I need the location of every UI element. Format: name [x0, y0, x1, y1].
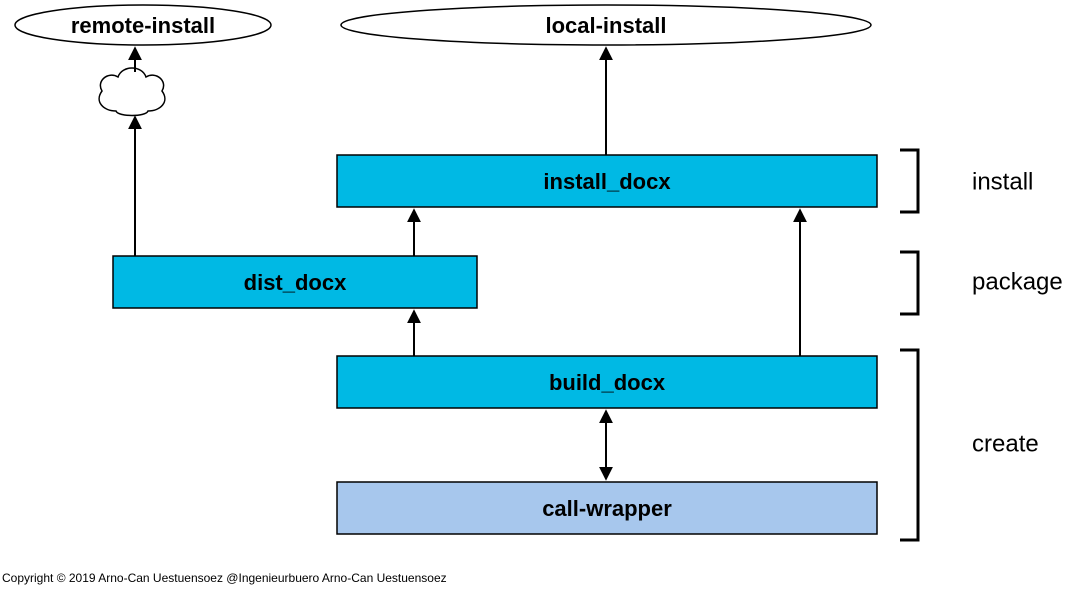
label-remote-install: remote-install [71, 13, 215, 38]
label-dist-docx: dist_docx [244, 270, 347, 295]
node-dist-docx: dist_docx [113, 256, 477, 308]
stage-label-install: install [972, 168, 1033, 195]
node-remote-install: remote-install [15, 5, 271, 45]
label-build-docx: build_docx [549, 370, 666, 395]
node-local-install: local-install [341, 5, 871, 45]
bracket-install [900, 150, 918, 212]
bracket-create [900, 350, 918, 540]
node-build-docx: build_docx [337, 356, 877, 408]
stage-label-create: create [972, 430, 1039, 457]
label-install-docx: install_docx [543, 169, 671, 194]
label-call-wrapper: call-wrapper [542, 496, 672, 521]
node-call-wrapper: call-wrapper [337, 482, 877, 534]
node-install-docx: install_docx [337, 155, 877, 207]
footer-copyright: Copyright © 2019 Arno-Can Uestuensoez @I… [2, 571, 447, 585]
label-local-install: local-install [545, 13, 666, 38]
bracket-package [900, 252, 918, 314]
stage-label-package: package [972, 268, 1063, 295]
cloud-icon [99, 68, 165, 116]
